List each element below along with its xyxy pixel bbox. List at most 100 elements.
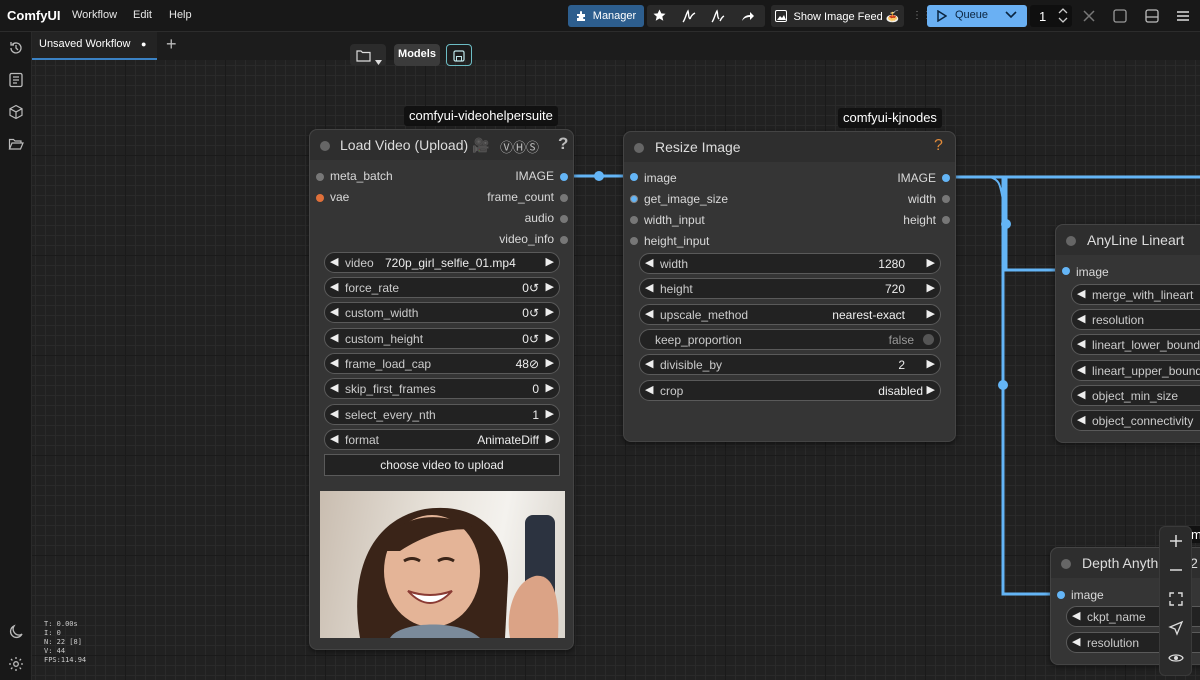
decrement-arrow-icon[interactable]: ◀ bbox=[1077, 287, 1085, 300]
star-icon[interactable] bbox=[653, 9, 666, 22]
widget-object-min-size[interactable]: ◀ object_min_size bbox=[1071, 385, 1200, 406]
show-image-feed-button[interactable]: Show Image Feed 🍝 bbox=[771, 5, 904, 27]
menu-help[interactable]: Help bbox=[169, 9, 192, 21]
widget-keep-proportion[interactable]: keep_proportion false bbox=[639, 329, 941, 350]
widget-select-every-nth[interactable]: ◀ select_every_nth 1 ▶ bbox=[324, 404, 560, 425]
node-header[interactable]: Load Video (Upload) 🎥 ⓋⒽⓈ ? bbox=[310, 130, 573, 160]
widget-custom-width[interactable]: ◀ custom_width 0↺ ▶ bbox=[324, 302, 560, 323]
widget-crop[interactable]: ◀ crop disabled ▶ bbox=[639, 380, 941, 401]
increment-arrow-icon[interactable]: ▶ bbox=[546, 407, 554, 420]
input-slot-meta-batch-dot[interactable] bbox=[316, 173, 324, 181]
input-slot-image-dot[interactable] bbox=[1062, 267, 1070, 275]
decrement-arrow-icon[interactable]: ◀ bbox=[645, 383, 653, 396]
navigate-arrow-icon[interactable] bbox=[1168, 620, 1184, 636]
moon-icon[interactable] bbox=[8, 624, 24, 640]
folder-dropdown-button[interactable] bbox=[350, 44, 386, 66]
increment-arrow-icon[interactable]: ▶ bbox=[546, 331, 554, 344]
increment-arrow-icon[interactable]: ▶ bbox=[927, 307, 935, 320]
chevron-down-icon[interactable] bbox=[1058, 17, 1068, 24]
manager-button[interactable]: Manager bbox=[568, 5, 644, 27]
input-slot-image-dot[interactable] bbox=[1057, 591, 1065, 599]
input-slot-image-dot[interactable] bbox=[630, 173, 638, 181]
decrement-arrow-icon[interactable]: ◀ bbox=[330, 305, 338, 318]
widget-custom-height[interactable]: ◀ custom_height 0↺ ▶ bbox=[324, 328, 560, 349]
decrement-arrow-icon[interactable]: ◀ bbox=[1077, 413, 1085, 426]
menu-edit[interactable]: Edit bbox=[133, 9, 152, 21]
queue-button[interactable]: Queue bbox=[927, 5, 1027, 27]
output-slot-audio-dot[interactable] bbox=[560, 215, 568, 223]
decrement-arrow-icon[interactable]: ◀ bbox=[330, 407, 338, 420]
increment-arrow-icon[interactable]: ▶ bbox=[546, 305, 554, 318]
increment-arrow-icon[interactable]: ▶ bbox=[546, 381, 554, 394]
upload-video-button[interactable]: choose video to upload bbox=[324, 454, 560, 476]
queue-count-stepper[interactable]: 1 bbox=[1030, 5, 1072, 27]
increment-arrow-icon[interactable]: ▶ bbox=[546, 280, 554, 293]
collapse-dot[interactable] bbox=[634, 143, 644, 153]
decrement-arrow-icon[interactable]: ◀ bbox=[330, 255, 338, 268]
decrement-arrow-icon[interactable]: ◀ bbox=[1077, 363, 1085, 376]
widget-skip-first-frames[interactable]: ◀ skip_first_frames 0 ▶ bbox=[324, 378, 560, 399]
help-icon[interactable]: ? bbox=[934, 137, 943, 155]
widget-upscale-method[interactable]: ◀ upscale_method nearest-exact ▶ bbox=[639, 304, 941, 325]
lineart-icon[interactable] bbox=[682, 9, 696, 23]
increment-arrow-icon[interactable]: ▶ bbox=[927, 357, 935, 370]
resize-image-node[interactable]: Resize Image ? image get_image_size widt… bbox=[623, 131, 956, 442]
node-header[interactable]: Resize Image ? bbox=[624, 132, 955, 162]
increment-arrow-icon[interactable]: ▶ bbox=[927, 281, 935, 294]
decrement-arrow-icon[interactable]: ◀ bbox=[645, 256, 653, 269]
hamburger-menu-icon[interactable] bbox=[1176, 9, 1190, 28]
widget-divisible-by[interactable]: ◀ divisible_by 2 ▶ bbox=[639, 354, 941, 375]
output-slot-image-dot[interactable] bbox=[942, 174, 950, 182]
anyline-lineart-node[interactable]: AnyLine Lineart image ◀ merge_with_linea… bbox=[1055, 224, 1200, 443]
settings-gear-icon[interactable] bbox=[8, 656, 24, 672]
collapse-dot[interactable] bbox=[320, 141, 330, 151]
decrement-arrow-icon[interactable]: ◀ bbox=[645, 357, 653, 370]
decrement-arrow-icon[interactable]: ◀ bbox=[645, 307, 653, 320]
decrement-arrow-icon[interactable]: ◀ bbox=[1072, 609, 1080, 622]
load-video-node[interactable]: Load Video (Upload) 🎥 ⓋⒽⓈ ? meta_batch v… bbox=[309, 129, 574, 650]
add-tab-button[interactable]: + bbox=[166, 34, 177, 55]
increment-arrow-icon[interactable]: ▶ bbox=[927, 383, 935, 396]
graph-canvas[interactable] bbox=[32, 60, 1200, 680]
menu-workflow[interactable]: Workflow bbox=[72, 9, 117, 21]
decrement-arrow-icon[interactable]: ◀ bbox=[330, 331, 338, 344]
decrement-arrow-icon[interactable]: ◀ bbox=[1072, 635, 1080, 648]
decrement-arrow-icon[interactable]: ◀ bbox=[1077, 312, 1085, 325]
help-icon[interactable]: ? bbox=[558, 134, 568, 154]
zoom-in-icon[interactable] bbox=[1168, 533, 1184, 549]
folder-open-icon[interactable] bbox=[8, 136, 24, 152]
widget-video[interactable]: ◀ video 720p_girl_selfie_01.mp4 ▶ bbox=[324, 252, 560, 273]
collapse-dot[interactable] bbox=[1066, 236, 1076, 246]
brush-icon[interactable] bbox=[711, 9, 725, 23]
models-button[interactable]: Models bbox=[394, 44, 440, 66]
decrement-arrow-icon[interactable]: ◀ bbox=[645, 281, 653, 294]
output-slot-width-dot[interactable] bbox=[942, 195, 950, 203]
widget-object-connectivity[interactable]: ◀ object_connectivity bbox=[1071, 410, 1200, 431]
square-icon[interactable] bbox=[1113, 9, 1127, 28]
decrement-arrow-icon[interactable]: ◀ bbox=[330, 356, 338, 369]
history-icon[interactable] bbox=[8, 40, 24, 56]
save-button[interactable] bbox=[446, 44, 472, 66]
increment-arrow-icon[interactable]: ▶ bbox=[927, 256, 935, 269]
eye-icon[interactable] bbox=[1168, 650, 1184, 666]
fit-view-icon[interactable] bbox=[1168, 591, 1184, 607]
input-slot-height-input-dot[interactable] bbox=[630, 237, 638, 245]
increment-arrow-icon[interactable]: ▶ bbox=[546, 255, 554, 268]
widget-lineart-lower-bound[interactable]: ◀ lineart_lower_bound bbox=[1071, 334, 1200, 355]
widget-merge-with-lineart[interactable]: ◀ merge_with_lineart bbox=[1071, 284, 1200, 305]
queue-list-icon[interactable] bbox=[8, 72, 24, 88]
chevron-up-icon[interactable] bbox=[1058, 7, 1068, 14]
tab-unsaved-workflow[interactable]: Unsaved Workflow ● bbox=[32, 32, 157, 60]
cube-icon[interactable] bbox=[8, 104, 24, 120]
decrement-arrow-icon[interactable]: ◀ bbox=[330, 381, 338, 394]
increment-arrow-icon[interactable]: ▶ bbox=[546, 432, 554, 445]
widget-format[interactable]: ◀ format AnimateDiff ▶ bbox=[324, 429, 560, 450]
widget-width[interactable]: ◀ width 1280 ▶ bbox=[639, 253, 941, 274]
chevron-down-icon[interactable] bbox=[1005, 11, 1017, 19]
decrement-arrow-icon[interactable]: ◀ bbox=[1077, 388, 1085, 401]
input-slot-get-image-size-dot[interactable] bbox=[630, 195, 638, 203]
widget-force-rate[interactable]: ◀ force_rate 0↺ ▶ bbox=[324, 277, 560, 298]
node-header[interactable]: AnyLine Lineart bbox=[1056, 225, 1200, 255]
widget-frame-load-cap[interactable]: ◀ frame_load_cap 48⊘ ▶ bbox=[324, 353, 560, 374]
output-slot-video-info-dot[interactable] bbox=[560, 236, 568, 244]
